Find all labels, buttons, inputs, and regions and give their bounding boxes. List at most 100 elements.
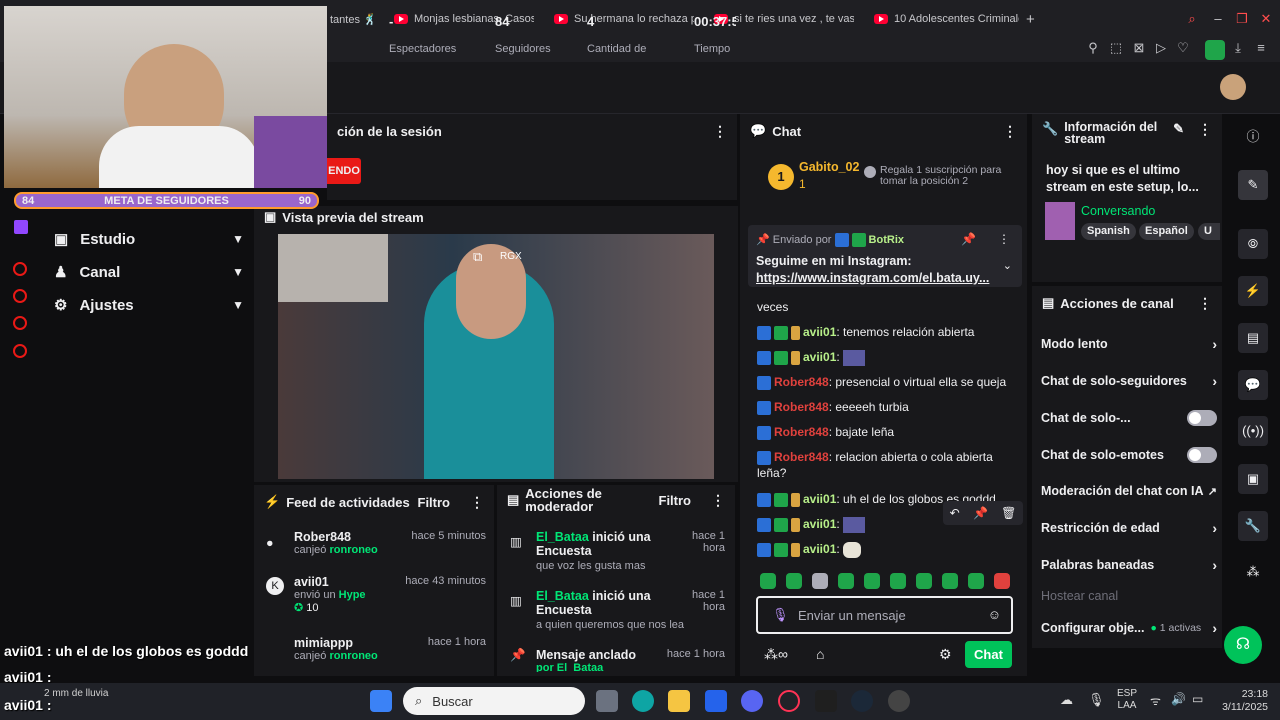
nav-item-canal[interactable]: ♟ Canal ▼ xyxy=(54,260,244,284)
chat-message[interactable]: Rober848: eeeeeh turbia xyxy=(757,399,1017,415)
more-options-icon[interactable]: ⋮ xyxy=(470,494,484,511)
opera-icon[interactable] xyxy=(778,690,800,712)
obs-icon[interactable] xyxy=(888,690,910,712)
clock-icon[interactable] xyxy=(13,289,27,303)
unpin-icon[interactable]: 📌 xyxy=(961,232,976,246)
action-slow-mode[interactable]: Modo lento › xyxy=(1041,336,1217,352)
chat-message[interactable]: Rober848: presencial o virtual ella se q… xyxy=(757,374,1017,390)
emote-icon[interactable] xyxy=(786,573,802,589)
block-icon[interactable]: ⊠ xyxy=(1131,40,1147,56)
new-tab-button[interactable]: + xyxy=(1026,8,1042,30)
chat-bubble-icon[interactable]: 💬 xyxy=(1238,370,1268,400)
extension-icon[interactable] xyxy=(1205,40,1225,60)
chat-message[interactable]: Rober848: bajate leña xyxy=(757,424,1017,440)
feed-item[interactable]: ● Rober848 hace 5 minutos canjeó ronroneo xyxy=(266,530,486,556)
vscode-icon[interactable] xyxy=(705,690,727,712)
toggle[interactable] xyxy=(1187,447,1217,463)
play-icon[interactable]: ▷ xyxy=(1153,40,1169,56)
action-emotes-only[interactable]: Chat de solo-emotes xyxy=(1041,447,1217,463)
action-banned-words[interactable]: Palabras baneadas › xyxy=(1041,557,1217,573)
tag[interactable]: U xyxy=(1198,223,1220,240)
edit-icon[interactable]: ✎ xyxy=(1173,121,1184,137)
wifi-icon[interactable]: ᯤ xyxy=(1150,692,1161,709)
filter-button[interactable]: Filtro xyxy=(418,495,451,510)
pin-icon[interactable]: ⚲ xyxy=(1085,40,1101,56)
discord-icon[interactable] xyxy=(741,690,763,712)
more-options-icon[interactable]: ⋮ xyxy=(711,492,725,509)
microphone-icon[interactable]: 🎙 xyxy=(772,607,789,623)
emote-icon[interactable] xyxy=(864,573,880,589)
stream-preview-video[interactable]: RGX ⧉ xyxy=(278,234,714,479)
emote-icon[interactable] xyxy=(994,573,1010,589)
settings-icon[interactable] xyxy=(13,344,27,358)
support-icon[interactable]: ☊ xyxy=(1224,626,1262,664)
taskbar-search[interactable]: ⌕ Buscar xyxy=(403,687,585,715)
action-subs-only[interactable]: Chat de solo-... xyxy=(1041,410,1217,426)
filter-button[interactable]: Filtro xyxy=(659,493,692,508)
close-icon[interactable]: ✕ xyxy=(1258,11,1274,27)
info-icon[interactable]: ⓘ xyxy=(1238,122,1268,152)
send-chat-button[interactable]: Chat xyxy=(965,641,1012,668)
chat-message[interactable]: avii01: tenemos relación abierta xyxy=(757,324,1017,340)
notes-icon[interactable]: ▤ xyxy=(1238,323,1268,353)
emoji-icon[interactable]: ☺ xyxy=(988,607,1001,622)
screenshot-icon[interactable]: ⬚ xyxy=(1108,40,1124,56)
download-icon[interactable]: ⤓ xyxy=(1230,40,1246,56)
search-icon[interactable]: ⌕ xyxy=(1184,11,1200,27)
battery-icon[interactable]: ▭ xyxy=(1192,692,1203,706)
wrench-icon[interactable]: 🔧 xyxy=(1238,511,1268,541)
action-followers-only[interactable]: Chat de solo-seguidores › xyxy=(1041,373,1217,389)
browser-tab[interactable]: 10 Adolescentes Criminale xyxy=(874,8,1019,30)
windows-start-icon[interactable] xyxy=(370,690,392,712)
extensions-icon[interactable]: ⁂ xyxy=(1238,557,1268,587)
emote-icon[interactable] xyxy=(942,573,958,589)
steam-icon[interactable] xyxy=(851,690,873,712)
file-explorer-icon[interactable] xyxy=(668,690,690,712)
twitch-icon[interactable] xyxy=(14,220,28,234)
action-ai-moderation[interactable]: Moderación del chat con IA ↗ xyxy=(1041,484,1217,498)
heart-icon[interactable]: ♡ xyxy=(1175,40,1191,56)
more-options-icon[interactable]: ⋮ xyxy=(1198,121,1212,138)
chat-message[interactable]: Rober848: relacion abierta o cola abiert… xyxy=(757,449,1017,481)
clock[interactable]: 23:18 3/11/2025 xyxy=(1216,688,1268,714)
action-age-restriction[interactable]: Restricción de edad › xyxy=(1041,520,1217,536)
chevron-down-icon[interactable]: ⌄ xyxy=(1003,259,1012,272)
menu-icon[interactable]: ≡ xyxy=(1253,40,1269,56)
leaderboard-user[interactable]: Gabito_02 xyxy=(799,160,859,174)
language-indicator[interactable]: ESP LAA xyxy=(1117,688,1137,712)
pinned-message[interactable]: 📌 Enviado por BotRix 📌 ⋮ Seguime en mi I… xyxy=(748,225,1022,287)
chat-message[interactable]: avii01: xyxy=(757,541,1017,558)
mod-item[interactable]: ▥ El_Bataa inició una Encuesta hace 1 ho… xyxy=(510,589,725,631)
emote-icon[interactable] xyxy=(890,573,906,589)
more-options-icon[interactable]: ⋮ xyxy=(1003,123,1017,140)
pinned-link[interactable]: https://www.instagram.com/el.bata.uy... xyxy=(756,271,994,285)
pin-icon[interactable]: 📌 xyxy=(973,506,988,520)
gear-icon[interactable]: ⚙ xyxy=(939,646,952,663)
mod-item[interactable]: 📌 Mensaje anclado hace 1 hora por El_Bat… xyxy=(510,648,725,672)
microphone-icon[interactable]: 🎙 xyxy=(1088,692,1105,708)
emote-icon[interactable] xyxy=(838,573,854,589)
emote-icon[interactable] xyxy=(968,573,984,589)
live-icon[interactable] xyxy=(13,262,27,276)
feed-item[interactable]: mimiappp hace 1 hora canjeó ronroneo xyxy=(266,636,486,662)
tag[interactable]: Spanish xyxy=(1081,223,1136,240)
nav-item-ajustes[interactable]: ⚙ Ajustes ▼ xyxy=(54,293,244,317)
store-icon[interactable]: ⌂ xyxy=(816,646,824,662)
volume-icon[interactable]: 🔊 xyxy=(1171,692,1186,706)
puzzle-icon[interactable] xyxy=(13,316,27,330)
category-boxart[interactable] xyxy=(1045,202,1075,240)
more-options-icon[interactable]: ⋮ xyxy=(998,232,1010,246)
emote-icon[interactable] xyxy=(760,573,776,589)
toggle[interactable] xyxy=(1187,410,1217,426)
cloud-icon[interactable]: ☁ xyxy=(1060,692,1073,708)
more-options-icon[interactable]: ⋮ xyxy=(713,123,727,140)
feed-item[interactable]: K avii01 hace 43 minutos envió un Hype ✪ … xyxy=(266,575,486,614)
avatar[interactable] xyxy=(1220,74,1246,100)
emote-icon[interactable] xyxy=(812,573,828,589)
maximize-icon[interactable]: ❐ xyxy=(1234,11,1250,27)
mod-item[interactable]: ▥ El_Bataa inició una Encuesta hace 1 ho… xyxy=(510,530,725,572)
nav-item-estudio[interactable]: ▣ Estudio ▼ xyxy=(54,227,244,251)
channel-points-icon[interactable]: ⁂∞ xyxy=(764,646,788,663)
action-goals[interactable]: Configurar obje... ● 1 activas › xyxy=(1041,620,1217,636)
edit-icon[interactable]: ✎ xyxy=(1238,170,1268,200)
